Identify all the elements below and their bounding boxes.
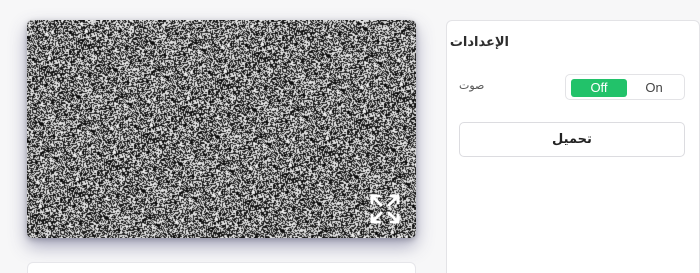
preview-area bbox=[0, 0, 435, 273]
app-root: الإعدادات Off On صوت تحميل bbox=[0, 0, 700, 273]
settings-panel: الإعدادات Off On صوت تحميل bbox=[446, 20, 700, 273]
secondary-card bbox=[27, 262, 416, 273]
sound-toggle[interactable]: Off On bbox=[565, 74, 685, 100]
static-noise-canvas bbox=[27, 20, 416, 238]
sound-off-option[interactable]: Off bbox=[571, 79, 627, 97]
fullscreen-button[interactable] bbox=[368, 192, 402, 226]
noise-preview bbox=[27, 20, 416, 238]
sound-on-option[interactable]: On bbox=[626, 79, 682, 97]
expand-arrows-icon bbox=[370, 194, 400, 224]
settings-title: الإعدادات bbox=[449, 35, 509, 50]
sound-setting-row: Off On صوت bbox=[459, 74, 685, 100]
sound-label: صوت bbox=[459, 79, 485, 92]
load-button[interactable]: تحميل bbox=[459, 122, 685, 157]
